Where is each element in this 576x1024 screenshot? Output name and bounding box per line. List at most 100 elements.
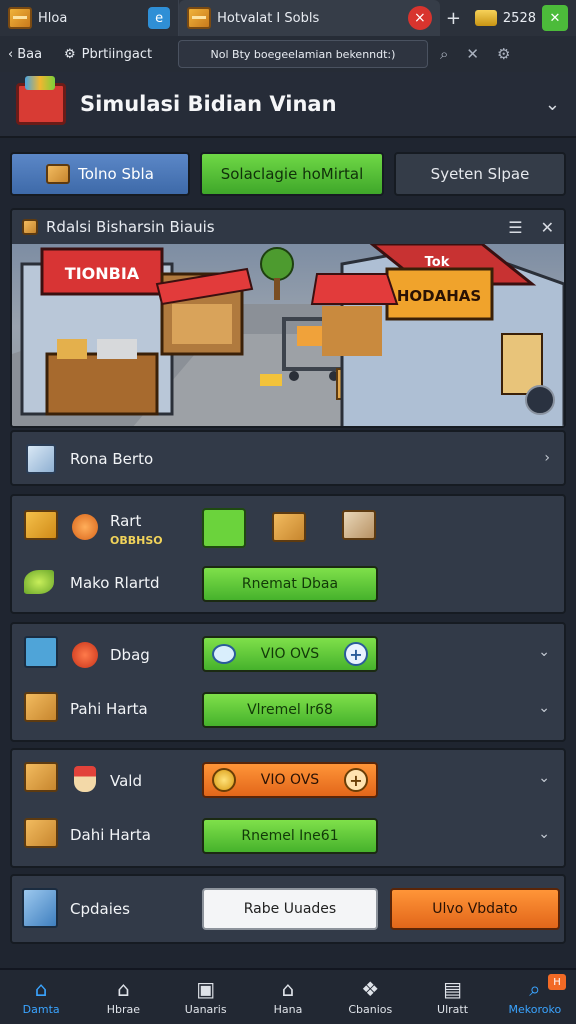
cart-logo-icon — [16, 76, 66, 125]
tomato-icon — [72, 642, 98, 668]
settings-icon: ⚙ — [64, 46, 76, 62]
row-label: Rart — [110, 512, 142, 530]
tab-label: Tolno Sbla — [78, 165, 154, 183]
button-label: Rnemel Ine61 — [241, 828, 339, 844]
button-label: Vlremel Ir68 — [247, 702, 333, 718]
chevron-down-icon[interactable]: ⌄ — [538, 644, 550, 660]
nav-label: Hana — [273, 1003, 303, 1016]
row-label: Vald — [110, 772, 142, 790]
menu-icon[interactable]: ☰ — [508, 218, 522, 237]
plus-icon: + — [343, 768, 368, 792]
nav-item-home[interactable]: ⌂ Damta — [0, 970, 82, 1024]
back-button[interactable]: ‹ Baa — [0, 47, 58, 62]
box-open-icon[interactable] — [272, 512, 306, 542]
package-icon — [24, 818, 58, 848]
tab-system[interactable]: Syeten Slpae — [394, 152, 566, 196]
button-label: Ulvo Vbdato — [432, 901, 518, 917]
nav-label: Damta — [22, 1003, 60, 1016]
action-button[interactable]: VIO OVS + — [202, 636, 378, 672]
address-bar-row: ‹ Baa ⚙ Pbrtiingact Nol Bty boegeelamian… — [0, 36, 576, 72]
action-button[interactable]: Rnemel Ine61 — [202, 818, 378, 854]
browser-tab-bar: Hloa e Hotvalat I Sobls × + 2528 ✕ — [0, 0, 576, 36]
nav-item-save[interactable]: ▣ Uanaris — [165, 970, 247, 1024]
bottom-navigation: ⌂ Damta ⌂ Hbrae ▣ Uanaris ⌂ Hana ❖ Cbani… — [0, 968, 576, 1024]
back-label: Baa — [17, 46, 43, 62]
updates-panel: Cpdaies Rabe Uuades Ulvo Vbdato — [10, 874, 566, 944]
pot-icon — [212, 644, 236, 664]
chevron-down-icon[interactable]: ⌄ — [538, 700, 550, 716]
tab-label: Syeten Slpae — [430, 165, 530, 183]
chevron-down-icon[interactable]: ⌄ — [538, 826, 550, 842]
close-icon[interactable]: ✕ — [466, 45, 479, 63]
nav-item-search[interactable]: ⌕ Mekoroko H — [494, 970, 576, 1024]
browser-tab-1[interactable]: Hloa e — [0, 0, 180, 36]
package-icon — [24, 692, 58, 722]
simulation-scene-panel: Rdalsi Bisharsin Biauis ☰ ✕ TIONBIA HODA… — [10, 208, 566, 428]
browser-tab-2[interactable]: Hotvalat I Sobls × — [179, 0, 440, 36]
url-field[interactable]: Nol Bty boegeelamian bekenndt:) — [178, 40, 428, 68]
nav-item-house[interactable]: ⌂ Hbrae — [82, 970, 164, 1024]
nav-label: Mekoroko — [508, 1003, 562, 1016]
tab-store[interactable]: Tolno Sbla — [10, 152, 190, 196]
primary-update-button[interactable]: Ulvo Vbdato — [390, 888, 560, 930]
action-button[interactable]: VIO OVS + — [202, 762, 378, 798]
browser-app-icon[interactable]: e — [148, 7, 171, 29]
close-tab-icon[interactable]: × — [407, 6, 432, 30]
store-illustration: TIONBIA HODAHAS Tok — [12, 242, 564, 426]
barn-icon: ⌂ — [281, 977, 295, 1001]
page-title: Simulasi Bidian Vinan — [80, 92, 337, 116]
search-icon[interactable]: ⌕ — [440, 45, 448, 63]
action-button[interactable]: Rnemat Dbaa — [202, 566, 378, 602]
chevron-down-icon[interactable]: ⌄ — [538, 770, 550, 786]
nav-item-group[interactable]: ❖ Cbanios — [329, 970, 411, 1024]
tab-title: Hloa — [38, 10, 68, 26]
fruit-icon — [72, 514, 98, 540]
cube-icon — [26, 444, 56, 474]
sales-panel: Vald VIO OVS + ⌄ Dahi Harta Rnemel Ine61… — [10, 748, 566, 868]
nav-item-barn[interactable]: ⌂ Hana — [247, 970, 329, 1024]
site-identity[interactable]: ⚙ Pbrtiingact — [58, 47, 178, 62]
crate-icon — [24, 762, 58, 792]
mode-tabs: Tolno Sbla Solaclagie hoMirtal Syeten Sl… — [10, 152, 566, 196]
inventory-panel: Rart OBBHSO Mako Rlartd Rnemat Dbaa — [10, 494, 566, 614]
tab-title: Hotvalat I Sobls — [217, 10, 320, 26]
secondary-update-button[interactable]: Rabe Uuades — [202, 888, 378, 930]
updates-label: Cpdaies — [70, 900, 130, 918]
action-button[interactable]: Vlremel Ir68 — [202, 692, 378, 728]
cart-icon — [24, 510, 58, 540]
row-sub-value: OBBHSO — [110, 534, 163, 547]
leaf-icon — [24, 570, 54, 594]
tab-simulation[interactable]: Solaclagie hoMirtal — [200, 152, 384, 196]
app-header: Simulasi Bidian Vinan ⌄ — [0, 72, 576, 138]
document-box-icon — [22, 888, 58, 928]
button-label: VIO OVS — [260, 646, 320, 662]
close-icon[interactable]: ✕ — [541, 218, 554, 237]
coin-icon — [212, 768, 236, 792]
dashboard-icon — [24, 636, 58, 668]
crate-icon — [187, 7, 212, 29]
close-green-icon[interactable]: ✕ — [542, 5, 568, 31]
left-shop-sign: TIONBIA — [65, 264, 140, 283]
nav-item-tablet[interactable]: ▤ Ulratt — [411, 970, 493, 1024]
box-icon[interactable] — [342, 510, 376, 540]
shopping-basket-icon[interactable] — [202, 508, 246, 548]
tablet-icon: ▤ — [443, 977, 462, 1001]
chevron-down-icon[interactable]: ⌄ — [545, 94, 560, 115]
plus-icon: + — [343, 642, 368, 666]
nav-label: Hbrae — [106, 1003, 141, 1016]
right-shop-sign: HODAHAS — [397, 287, 481, 305]
scene-title: Rdalsi Bisharsin Biauis — [46, 218, 215, 236]
top-shop-sign: Tok — [425, 255, 450, 270]
store-scene-image: TIONBIA HODAHAS Tok — [12, 242, 564, 426]
list-row[interactable]: Rona Berto › — [10, 430, 566, 486]
site-label: Pbrtiingact — [81, 46, 153, 62]
chevron-right-icon: › — [544, 450, 550, 466]
row-label: Pahi Harta — [70, 700, 148, 718]
row-label: Mako Rlartd — [70, 574, 160, 592]
button-label: VIO OVS — [260, 772, 320, 788]
currency-value: 2528 — [502, 10, 536, 26]
scene-header: Rdalsi Bisharsin Biauis ☰ ✕ — [12, 210, 564, 244]
gear-icon[interactable]: ⚙ — [497, 45, 510, 63]
new-tab-icon[interactable]: + — [440, 8, 467, 29]
button-label: Rnemat Dbaa — [241, 576, 339, 592]
